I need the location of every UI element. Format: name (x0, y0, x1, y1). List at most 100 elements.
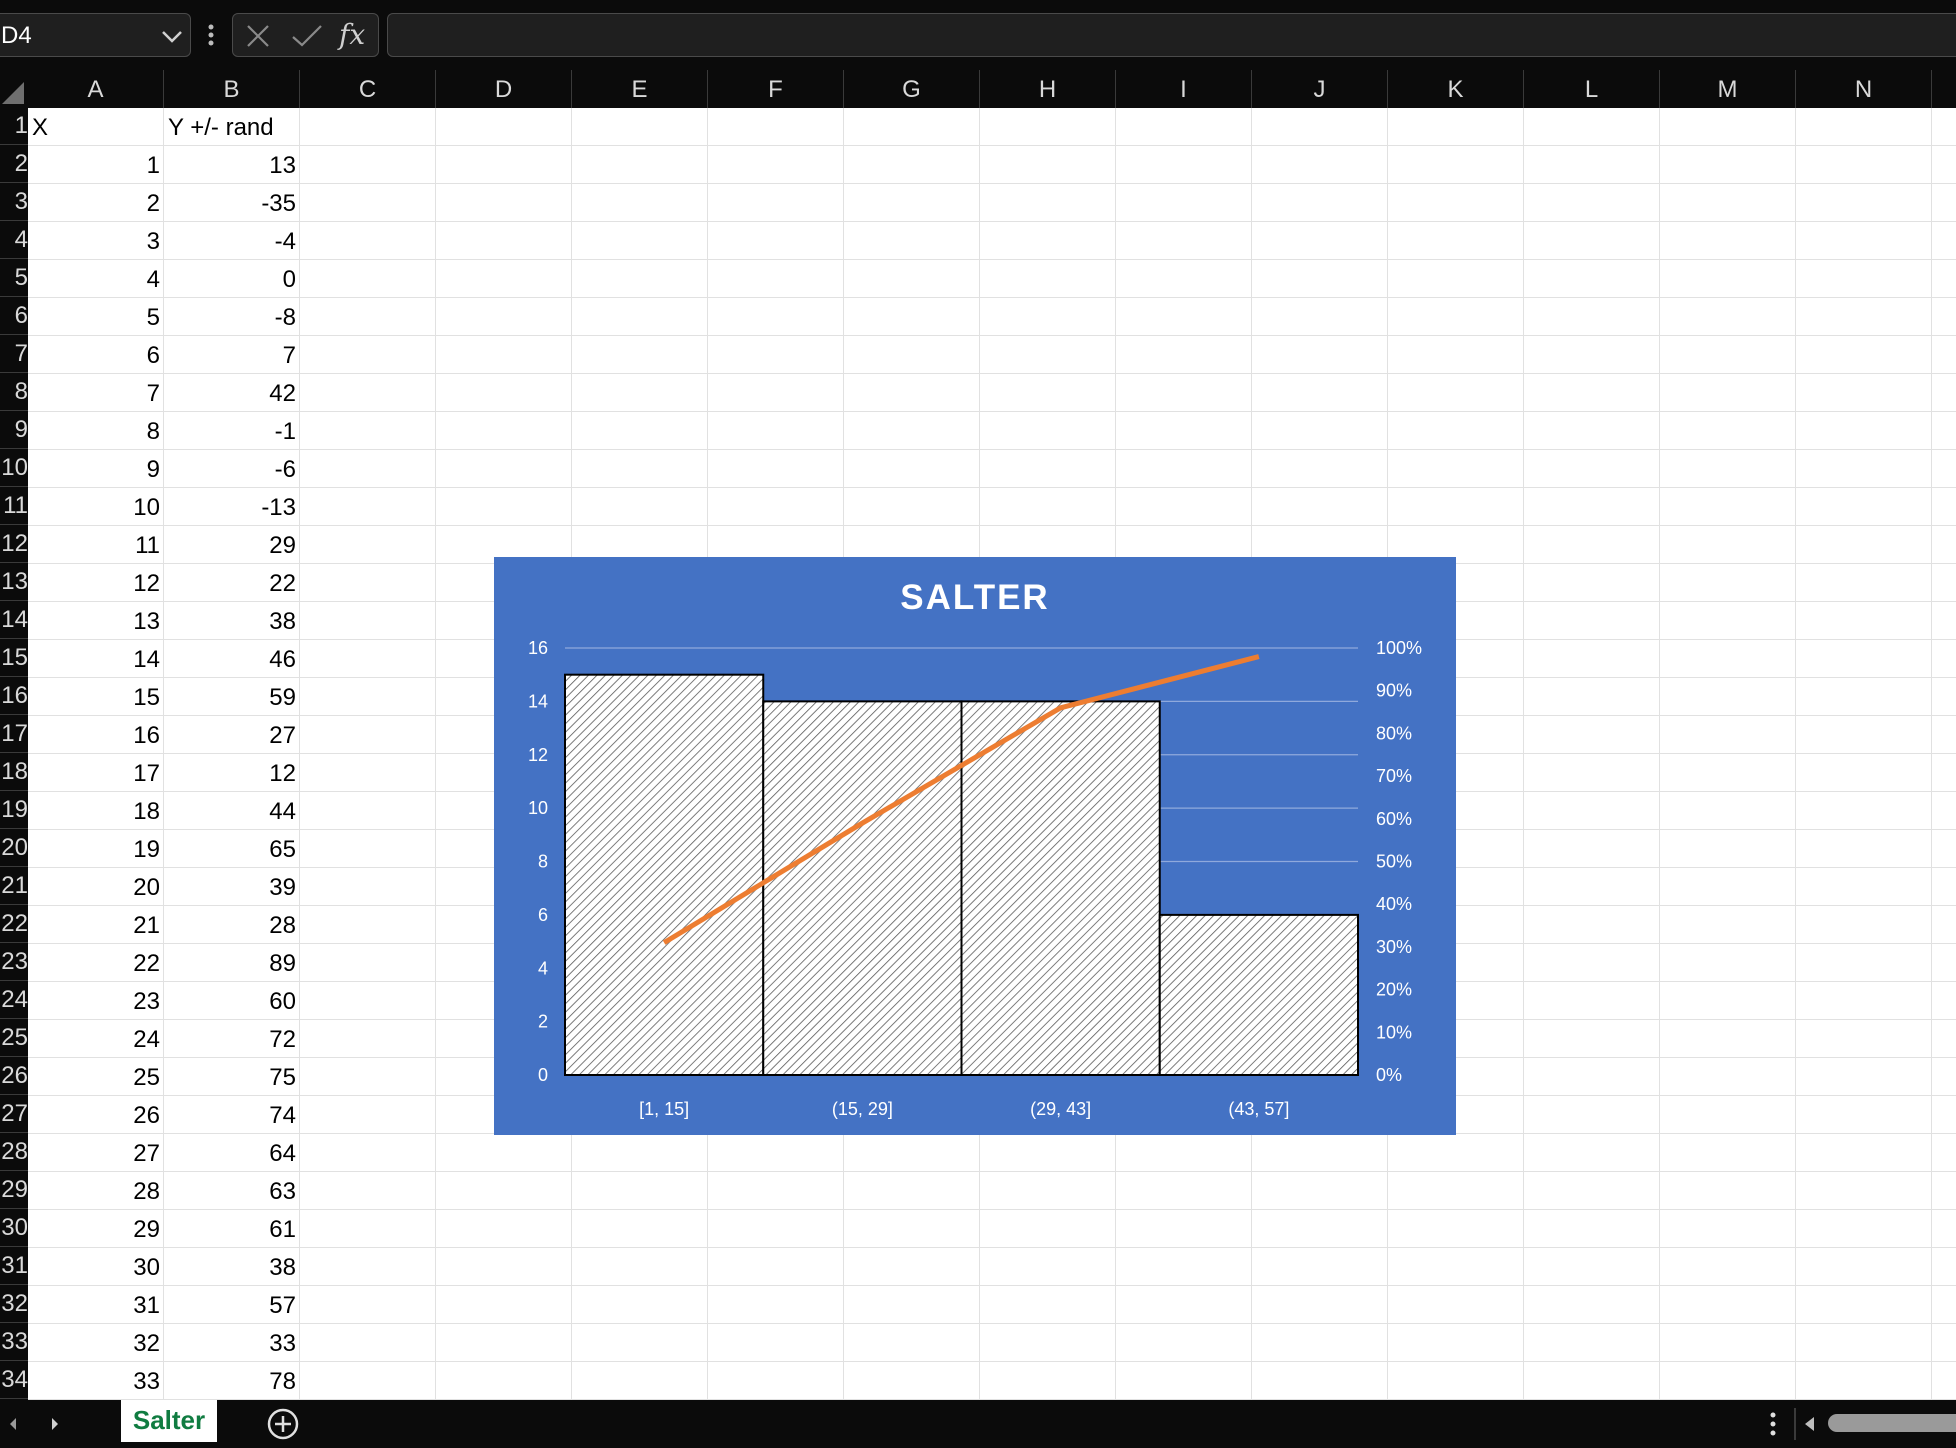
cell-B2[interactable]: 13 (164, 146, 300, 184)
scroll-right-tab-icon[interactable] (48, 1414, 62, 1434)
column-header-g[interactable]: G (844, 70, 980, 108)
row-header-1[interactable]: 1 (0, 108, 28, 145)
row-header-23[interactable]: 23 (0, 943, 28, 981)
more-options-icon[interactable] (1766, 1410, 1780, 1438)
column-header-h[interactable]: H (980, 70, 1116, 108)
row-header-17[interactable]: 17 (0, 715, 28, 753)
cell-A26[interactable]: 25 (28, 1058, 164, 1096)
cell-B22[interactable]: 28 (164, 906, 300, 944)
row-header-32[interactable]: 32 (0, 1285, 28, 1323)
chevron-down-icon[interactable] (160, 26, 184, 46)
cell-B30[interactable]: 61 (164, 1210, 300, 1248)
row-header-34[interactable]: 34 (0, 1361, 28, 1399)
formula-input[interactable] (387, 13, 1956, 57)
row-header-8[interactable]: 8 (0, 373, 28, 411)
column-header-d[interactable]: D (436, 70, 572, 108)
cell-B14[interactable]: 38 (164, 602, 300, 640)
cell-A4[interactable]: 3 (28, 222, 164, 260)
cell-A21[interactable]: 20 (28, 868, 164, 906)
cell-B8[interactable]: 42 (164, 374, 300, 412)
cell-B6[interactable]: -8 (164, 298, 300, 336)
row-header-21[interactable]: 21 (0, 867, 28, 905)
cell-A28[interactable]: 27 (28, 1134, 164, 1172)
add-sheet-icon[interactable] (266, 1407, 300, 1441)
cell-B16[interactable]: 59 (164, 678, 300, 716)
column-header-l[interactable]: L (1524, 70, 1660, 108)
cell-B12[interactable]: 29 (164, 526, 300, 564)
cell-A25[interactable]: 24 (28, 1020, 164, 1058)
histogram-bar[interactable] (960, 700, 1161, 1076)
row-header-31[interactable]: 31 (0, 1247, 28, 1285)
row-header-5[interactable]: 5 (0, 259, 28, 297)
row-header-11[interactable]: 11 (0, 487, 28, 525)
cell-B26[interactable]: 75 (164, 1058, 300, 1096)
cell-B5[interactable]: 0 (164, 260, 300, 298)
row-header-12[interactable]: 12 (0, 525, 28, 563)
cell-A20[interactable]: 19 (28, 830, 164, 868)
row-header-24[interactable]: 24 (0, 981, 28, 1019)
row-header-30[interactable]: 30 (0, 1209, 28, 1247)
cell-A6[interactable]: 5 (28, 298, 164, 336)
cell-A17[interactable]: 16 (28, 716, 164, 754)
cell-B1[interactable]: Y +/- rand (164, 108, 344, 146)
row-header-2[interactable]: 2 (0, 145, 28, 183)
column-header-k[interactable]: K (1388, 70, 1524, 108)
cell-A34[interactable]: 33 (28, 1362, 164, 1400)
check-icon[interactable] (291, 23, 323, 49)
row-header-10[interactable]: 10 (0, 449, 28, 487)
column-header-i[interactable]: I (1116, 70, 1252, 108)
cell-B19[interactable]: 44 (164, 792, 300, 830)
cell-B23[interactable]: 89 (164, 944, 300, 982)
horizontal-scrollbar[interactable] (1828, 1414, 1956, 1432)
cell-A8[interactable]: 7 (28, 374, 164, 412)
cell-A1[interactable]: X (28, 108, 164, 146)
row-header-26[interactable]: 26 (0, 1057, 28, 1095)
column-header-a[interactable]: A (28, 70, 164, 108)
cancel-icon[interactable] (245, 23, 271, 49)
cell-B13[interactable]: 22 (164, 564, 300, 602)
cell-A10[interactable]: 9 (28, 450, 164, 488)
cell-B21[interactable]: 39 (164, 868, 300, 906)
cell-A22[interactable]: 21 (28, 906, 164, 944)
row-header-14[interactable]: 14 (0, 601, 28, 639)
cell-B10[interactable]: -6 (164, 450, 300, 488)
row-header-28[interactable]: 28 (0, 1133, 28, 1171)
cell-A14[interactable]: 13 (28, 602, 164, 640)
cell-A29[interactable]: 28 (28, 1172, 164, 1210)
cell-A3[interactable]: 2 (28, 184, 164, 222)
row-header-19[interactable]: 19 (0, 791, 28, 829)
column-header-b[interactable]: B (164, 70, 300, 108)
row-header-33[interactable]: 33 (0, 1323, 28, 1361)
cell-B31[interactable]: 38 (164, 1248, 300, 1286)
histogram-bar[interactable] (762, 700, 963, 1076)
cell-A24[interactable]: 23 (28, 982, 164, 1020)
row-header-4[interactable]: 4 (0, 221, 28, 259)
column-header-f[interactable]: F (708, 70, 844, 108)
cell-A32[interactable]: 31 (28, 1286, 164, 1324)
cell-B20[interactable]: 65 (164, 830, 300, 868)
column-header-n[interactable]: N (1796, 70, 1932, 108)
cell-B34[interactable]: 78 (164, 1362, 300, 1400)
cell-A31[interactable]: 30 (28, 1248, 164, 1286)
cell-A33[interactable]: 32 (28, 1324, 164, 1362)
row-header-29[interactable]: 29 (0, 1171, 28, 1209)
sheet-tab-salter[interactable]: Salter (121, 1400, 217, 1442)
cell-B11[interactable]: -13 (164, 488, 300, 526)
cell-A23[interactable]: 22 (28, 944, 164, 982)
cell-A7[interactable]: 6 (28, 336, 164, 374)
cell-A13[interactable]: 12 (28, 564, 164, 602)
cell-B32[interactable]: 57 (164, 1286, 300, 1324)
cell-A27[interactable]: 26 (28, 1096, 164, 1134)
cell-B28[interactable]: 64 (164, 1134, 300, 1172)
cell-B24[interactable]: 60 (164, 982, 300, 1020)
insert-function-icon[interactable]: fx (339, 18, 365, 51)
cell-A12[interactable]: 11 (28, 526, 164, 564)
scroll-left-icon[interactable] (1802, 1414, 1818, 1434)
cell-A2[interactable]: 1 (28, 146, 164, 184)
histogram-bar[interactable] (564, 673, 765, 1076)
name-box[interactable]: D4 (0, 13, 191, 57)
cell-A5[interactable]: 4 (28, 260, 164, 298)
row-header-13[interactable]: 13 (0, 563, 28, 601)
scroll-left-tab-icon[interactable] (6, 1414, 20, 1434)
row-header-6[interactable]: 6 (0, 297, 28, 335)
